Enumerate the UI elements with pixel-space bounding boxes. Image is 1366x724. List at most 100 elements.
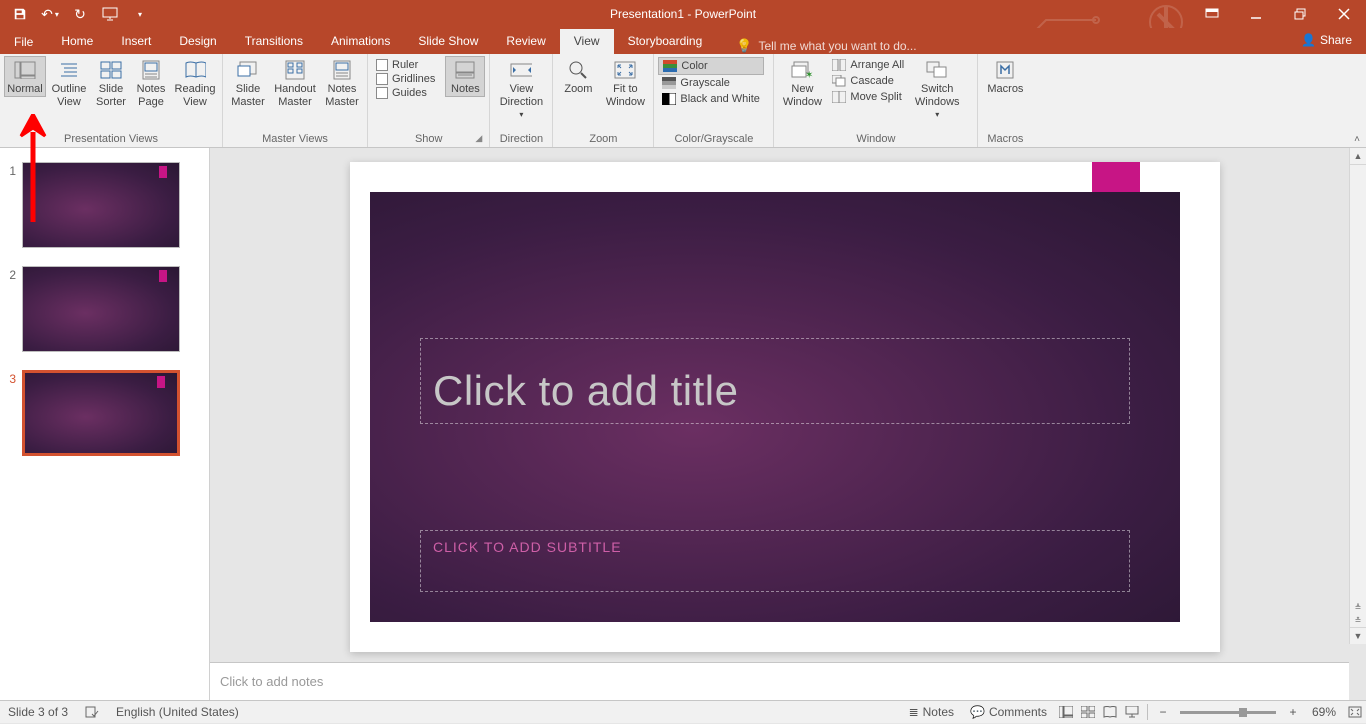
zoom-slider[interactable] (1180, 711, 1276, 714)
thumbnail-slide-2[interactable]: 2 (0, 266, 209, 352)
zoom-in-button[interactable]: + (1282, 701, 1304, 724)
reading-view-button[interactable]: Reading View (172, 56, 218, 108)
macros-button[interactable]: Macros (982, 56, 1028, 96)
scroll-down-button[interactable]: ▼ (1350, 627, 1366, 644)
group-zoom: Zoom Fit to Window Zoom (553, 54, 654, 147)
new-window-button[interactable]: ✶ New Window (778, 56, 826, 108)
group-macros: Macros Macros (978, 54, 1032, 147)
notes-pane[interactable]: Click to add notes (210, 662, 1349, 700)
color-icon (663, 59, 677, 73)
outline-view-button[interactable]: Outline View (48, 56, 90, 108)
tab-view[interactable]: View (560, 29, 614, 54)
cascade-button[interactable]: Cascade (828, 73, 908, 89)
tab-slide-show[interactable]: Slide Show (404, 29, 492, 54)
group-show: Ruler Gridlines Guides Notes Show ◢ (368, 54, 490, 147)
quick-access-toolbar: ↶▾ ↻ ▾ (0, 2, 160, 26)
fit-to-window-status-button[interactable] (1344, 701, 1366, 724)
zoom-level[interactable]: 69% (1304, 701, 1344, 723)
tab-transitions[interactable]: Transitions (231, 29, 317, 54)
slide-master-button[interactable]: Slide Master (227, 56, 269, 108)
fit-to-window-button[interactable]: Fit to Window (601, 56, 649, 108)
slideshow-status-button[interactable] (1121, 701, 1143, 724)
notes-page-button[interactable]: Notes Page (132, 56, 170, 108)
slide-sorter-button[interactable]: Slide Sorter (92, 56, 130, 108)
normal-view-status-button[interactable] (1055, 701, 1077, 724)
checkbox-icon (376, 73, 388, 85)
black-white-button[interactable]: Black and White (658, 91, 763, 107)
tell-me-placeholder: Tell me what you want to do... (758, 39, 916, 53)
previous-slide-button[interactable]: ≜ (1350, 601, 1366, 614)
thumbnail-slide-3[interactable]: 3 (0, 370, 209, 456)
comments-toggle[interactable]: 💬Comments (962, 701, 1055, 723)
handout-master-button[interactable]: Handout Master (271, 56, 319, 108)
guides-checkbox[interactable]: Guides (372, 86, 439, 100)
ribbon: Normal Outline View Slide Sorter Notes P… (0, 54, 1366, 148)
fit-to-window-icon (614, 61, 636, 79)
notes-status-icon: ≣ (909, 705, 919, 719)
grayscale-button[interactable]: Grayscale (658, 75, 763, 91)
language-button[interactable]: English (United States) (108, 701, 247, 723)
tab-storyboarding[interactable]: Storyboarding (614, 29, 717, 54)
file-tab[interactable]: File (0, 30, 47, 54)
collapse-ribbon-button[interactable]: ˄ (1354, 134, 1360, 145)
close-button[interactable] (1322, 0, 1366, 28)
color-button[interactable]: Color (658, 57, 763, 75)
gridlines-checkbox[interactable]: Gridlines (372, 72, 439, 86)
checkbox-icon (376, 59, 388, 71)
share-button[interactable]: 👤 Share (1295, 31, 1358, 49)
slide-counter[interactable]: Slide 3 of 3 (0, 701, 76, 723)
notes-page-icon (142, 60, 160, 80)
save-button[interactable] (6, 2, 34, 26)
notes-toggle[interactable]: ≣Notes (901, 701, 962, 723)
slide-sorter-small-icon (1081, 706, 1095, 718)
view-direction-icon (510, 61, 532, 79)
notes-master-button[interactable]: Notes Master (321, 56, 363, 108)
minimize-button[interactable] (1234, 0, 1278, 28)
zoom-button[interactable]: Zoom (557, 56, 599, 96)
undo-icon: ↶ (41, 6, 53, 23)
next-slide-button[interactable]: ≛ (1350, 614, 1366, 627)
tab-home[interactable]: Home (47, 29, 107, 54)
redo-icon: ↻ (74, 6, 86, 23)
restore-button[interactable] (1278, 0, 1322, 28)
tab-design[interactable]: Design (165, 29, 230, 54)
normal-view-button[interactable]: Normal (4, 56, 46, 97)
reading-view-status-button[interactable] (1099, 701, 1121, 724)
ruler-checkbox[interactable]: Ruler (372, 58, 439, 72)
tab-review[interactable]: Review (492, 29, 559, 54)
group-direction: View Direction ▾ Direction (490, 54, 553, 147)
qat-customize-button[interactable]: ▾ (126, 2, 154, 26)
comments-icon: 💬 (970, 705, 985, 719)
normal-view-icon (14, 61, 36, 79)
move-split-icon (832, 90, 846, 104)
slide-sorter-status-button[interactable] (1077, 701, 1099, 724)
tell-me-icon: 💡 (736, 38, 752, 54)
ribbon-display-button[interactable] (1190, 0, 1234, 28)
start-from-beginning-button[interactable] (96, 2, 124, 26)
zoom-out-button[interactable]: − (1152, 701, 1174, 724)
notes-button[interactable]: Notes (445, 56, 485, 97)
arrange-all-button[interactable]: Arrange All (828, 57, 908, 73)
redo-button[interactable]: ↻ (66, 2, 94, 26)
show-dialog-launcher[interactable]: ◢ (475, 133, 487, 145)
switch-windows-button[interactable]: Switch Windows ▾ (910, 56, 964, 121)
tab-insert[interactable]: Insert (107, 29, 165, 54)
switch-windows-icon (926, 61, 948, 79)
undo-button[interactable]: ↶▾ (36, 2, 64, 26)
spell-check-button[interactable] (76, 701, 108, 723)
title-placeholder[interactable]: Click to add title (420, 338, 1130, 424)
group-master-views: Slide Master Handout Master Notes Master… (223, 54, 368, 147)
grayscale-icon (662, 76, 676, 90)
svg-text:✶: ✶ (805, 70, 813, 79)
handout-master-icon (285, 60, 305, 80)
subtitle-placeholder[interactable]: CLICK TO ADD SUBTITLE (420, 530, 1130, 592)
view-direction-button[interactable]: View Direction ▾ (494, 56, 548, 121)
tell-me-search[interactable]: 💡 Tell me what you want to do... (736, 38, 916, 54)
arrange-all-icon (832, 58, 846, 72)
scroll-up-button[interactable]: ▲ (1350, 148, 1366, 165)
thumbnail-slide-1[interactable]: 1 (0, 162, 209, 248)
slide-canvas[interactable]: Click to add title CLICK TO ADD SUBTITLE (350, 162, 1220, 652)
vertical-scrollbar[interactable]: ▲ ≜ ≛ ▼ (1349, 148, 1366, 644)
tab-animations[interactable]: Animations (317, 29, 404, 54)
move-split-button[interactable]: Move Split (828, 89, 908, 105)
